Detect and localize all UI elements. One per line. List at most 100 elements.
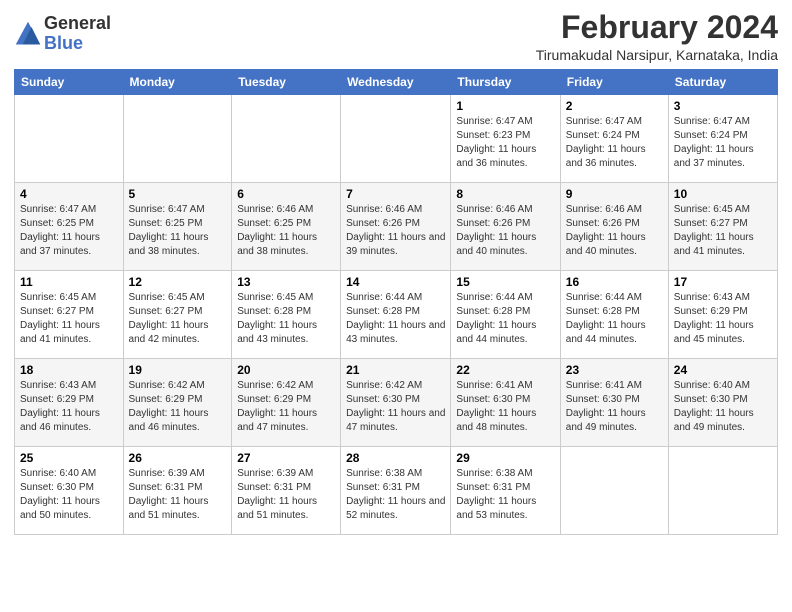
col-header-friday: Friday — [560, 70, 668, 95]
day-cell: 8 Sunrise: 6:46 AMSunset: 6:26 PMDaylight… — [451, 183, 560, 271]
day-cell: 21Sunrise: 6:42 AMSunset: 6:30 PMDayligh… — [341, 359, 451, 447]
day-cell: 19Sunrise: 6:42 AMSunset: 6:29 PMDayligh… — [123, 359, 232, 447]
day-number: 14 — [346, 275, 445, 289]
day-info: Sunrise: 6:38 AMSunset: 6:31 PMDaylight:… — [456, 467, 554, 523]
location: Tirumakudal Narsipur, Karnataka, India — [536, 47, 778, 63]
day-info: Sunrise: 6:47 AMSunset: 6:24 PMDaylight:… — [674, 115, 772, 171]
day-number: 4 — [20, 187, 118, 201]
day-info: Sunrise: 6:39 AMSunset: 6:31 PMDaylight:… — [129, 467, 227, 523]
day-cell: 26 Sunrise: 6:39 AMSunset: 6:31 PMDayligh… — [123, 447, 232, 535]
day-info: Sunrise: 6:46 AMSunset: 6:26 PMDaylight:… — [456, 203, 554, 259]
day-cell: 14Sunrise: 6:44 AMSunset: 6:28 PMDayligh… — [341, 271, 451, 359]
day-info: Sunrise: 6:45 AMSunset: 6:27 PMDaylight:… — [20, 291, 118, 347]
day-number: 6 — [237, 187, 335, 201]
col-header-saturday: Saturday — [668, 70, 777, 95]
col-header-wednesday: Wednesday — [341, 70, 451, 95]
month-title: February 2024 — [536, 10, 778, 45]
day-info: Sunrise: 6:41 AMSunset: 6:30 PMDaylight:… — [456, 379, 554, 435]
day-info: Sunrise: 6:41 AMSunset: 6:30 PMDaylight:… — [566, 379, 663, 435]
day-number: 18 — [20, 363, 118, 377]
day-cell: 7 Sunrise: 6:46 AMSunset: 6:26 PMDaylight… — [341, 183, 451, 271]
day-number: 20 — [237, 363, 335, 377]
day-cell: 10 Sunrise: 6:45 AMSunset: 6:27 PMDayligh… — [668, 183, 777, 271]
day-info: Sunrise: 6:42 AMSunset: 6:30 PMDaylight:… — [346, 379, 445, 435]
day-info: Sunrise: 6:47 AMSunset: 6:25 PMDaylight:… — [129, 203, 227, 259]
logo-icon — [14, 20, 42, 48]
week-row-5: 25 Sunrise: 6:40 AMSunset: 6:30 PMDayligh… — [15, 447, 778, 535]
day-cell: 6 Sunrise: 6:46 AMSunset: 6:25 PMDaylight… — [232, 183, 341, 271]
day-cell: 18 Sunrise: 6:43 AMSunset: 6:29 PMDayligh… — [15, 359, 124, 447]
day-cell: 12 Sunrise: 6:45 AMSunset: 6:27 PMDayligh… — [123, 271, 232, 359]
day-info: Sunrise: 6:44 AMSunset: 6:28 PMDaylight:… — [456, 291, 554, 347]
day-info: Sunrise: 6:46 AMSunset: 6:25 PMDaylight:… — [237, 203, 335, 259]
day-cell — [232, 95, 341, 183]
day-cell — [560, 447, 668, 535]
day-info: Sunrise: 6:47 AMSunset: 6:24 PMDaylight:… — [566, 115, 663, 171]
day-number: 13 — [237, 275, 335, 289]
day-number: 11 — [20, 275, 118, 289]
day-info: Sunrise: 6:43 AMSunset: 6:29 PMDaylight:… — [20, 379, 118, 435]
day-cell: 24 Sunrise: 6:40 AMSunset: 6:30 PMDayligh… — [668, 359, 777, 447]
day-info: Sunrise: 6:40 AMSunset: 6:30 PMDaylight:… — [20, 467, 118, 523]
day-cell: 25 Sunrise: 6:40 AMSunset: 6:30 PMDayligh… — [15, 447, 124, 535]
day-number: 26 — [129, 451, 227, 465]
day-number: 23 — [566, 363, 663, 377]
day-info: Sunrise: 6:44 AMSunset: 6:28 PMDaylight:… — [566, 291, 663, 347]
day-cell — [341, 95, 451, 183]
day-cell: 15 Sunrise: 6:44 AMSunset: 6:28 PMDayligh… — [451, 271, 560, 359]
day-info: Sunrise: 6:42 AMSunset: 6:29 PMDaylight:… — [129, 379, 227, 435]
day-number: 27 — [237, 451, 335, 465]
col-header-tuesday: Tuesday — [232, 70, 341, 95]
day-info: Sunrise: 6:45 AMSunset: 6:27 PMDaylight:… — [674, 203, 772, 259]
day-info: Sunrise: 6:45 AMSunset: 6:27 PMDaylight:… — [129, 291, 227, 347]
day-cell — [123, 95, 232, 183]
day-cell: 2 Sunrise: 6:47 AMSunset: 6:24 PMDaylight… — [560, 95, 668, 183]
week-row-3: 11 Sunrise: 6:45 AMSunset: 6:27 PMDayligh… — [15, 271, 778, 359]
page: General Blue February 2024 Tirumakudal N… — [0, 0, 792, 545]
day-number: 29 — [456, 451, 554, 465]
col-header-sunday: Sunday — [15, 70, 124, 95]
calendar-table: SundayMondayTuesdayWednesdayThursdayFrid… — [14, 69, 778, 535]
day-number: 3 — [674, 99, 772, 113]
day-cell: 1 Sunrise: 6:47 AMSunset: 6:23 PMDaylight… — [451, 95, 560, 183]
day-number: 5 — [129, 187, 227, 201]
day-number: 8 — [456, 187, 554, 201]
day-cell: 3 Sunrise: 6:47 AMSunset: 6:24 PMDaylight… — [668, 95, 777, 183]
header-row: SundayMondayTuesdayWednesdayThursdayFrid… — [15, 70, 778, 95]
logo-line2: Blue — [44, 34, 111, 54]
day-info: Sunrise: 6:46 AMSunset: 6:26 PMDaylight:… — [346, 203, 445, 259]
day-number: 15 — [456, 275, 554, 289]
day-number: 12 — [129, 275, 227, 289]
day-cell: 28Sunrise: 6:38 AMSunset: 6:31 PMDayligh… — [341, 447, 451, 535]
day-info: Sunrise: 6:45 AMSunset: 6:28 PMDaylight:… — [237, 291, 335, 347]
day-number: 10 — [674, 187, 772, 201]
day-cell: 16 Sunrise: 6:44 AMSunset: 6:28 PMDayligh… — [560, 271, 668, 359]
day-number: 28 — [346, 451, 445, 465]
logo: General Blue — [14, 14, 111, 54]
col-header-monday: Monday — [123, 70, 232, 95]
day-cell — [668, 447, 777, 535]
day-info: Sunrise: 6:46 AMSunset: 6:26 PMDaylight:… — [566, 203, 663, 259]
day-number: 2 — [566, 99, 663, 113]
logo-line1: General — [44, 14, 111, 34]
day-cell: 5 Sunrise: 6:47 AMSunset: 6:25 PMDaylight… — [123, 183, 232, 271]
day-info: Sunrise: 6:43 AMSunset: 6:29 PMDaylight:… — [674, 291, 772, 347]
day-info: Sunrise: 6:42 AMSunset: 6:29 PMDaylight:… — [237, 379, 335, 435]
day-number: 9 — [566, 187, 663, 201]
day-number: 25 — [20, 451, 118, 465]
day-info: Sunrise: 6:47 AMSunset: 6:23 PMDaylight:… — [456, 115, 554, 171]
day-info: Sunrise: 6:40 AMSunset: 6:30 PMDaylight:… — [674, 379, 772, 435]
day-cell: 22Sunrise: 6:41 AMSunset: 6:30 PMDayligh… — [451, 359, 560, 447]
week-row-2: 4 Sunrise: 6:47 AMSunset: 6:25 PMDaylight… — [15, 183, 778, 271]
day-number: 7 — [346, 187, 445, 201]
day-number: 16 — [566, 275, 663, 289]
day-cell: 23 Sunrise: 6:41 AMSunset: 6:30 PMDayligh… — [560, 359, 668, 447]
day-number: 17 — [674, 275, 772, 289]
day-info: Sunrise: 6:39 AMSunset: 6:31 PMDaylight:… — [237, 467, 335, 523]
day-number: 1 — [456, 99, 554, 113]
title-block: February 2024 Tirumakudal Narsipur, Karn… — [536, 10, 778, 63]
day-cell — [15, 95, 124, 183]
week-row-1: 1 Sunrise: 6:47 AMSunset: 6:23 PMDaylight… — [15, 95, 778, 183]
day-cell: 4Sunrise: 6:47 AMSunset: 6:25 PMDaylight… — [15, 183, 124, 271]
day-number: 24 — [674, 363, 772, 377]
